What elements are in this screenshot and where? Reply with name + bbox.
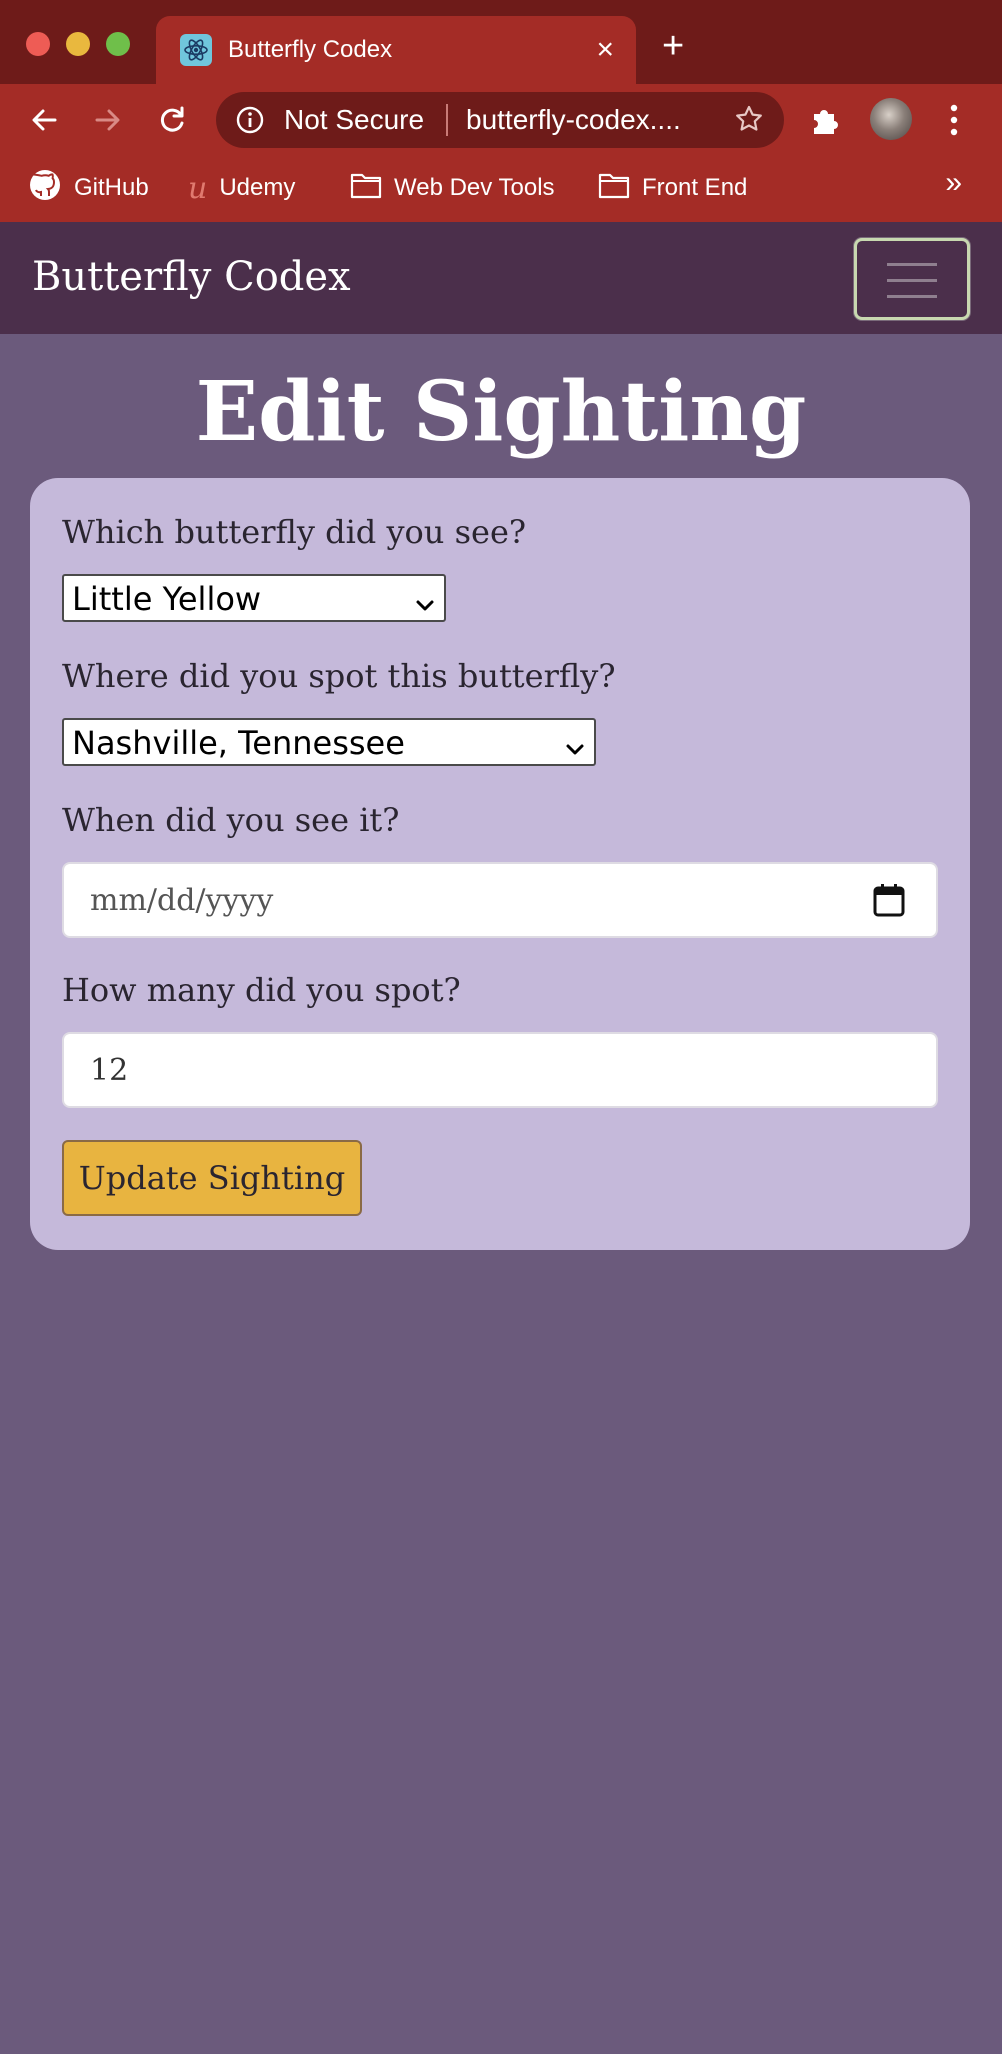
bookmark-front-end[interactable]: Front End: [598, 170, 747, 206]
close-window-button[interactable]: [26, 32, 50, 56]
security-label: Not Secure: [284, 104, 425, 135]
browser-chrome: Butterfly Codex × + Not Secure butterfly…: [0, 0, 1002, 222]
bookmarks-overflow-icon[interactable]: »: [945, 166, 962, 200]
site-navbar: Butterfly Codex: [0, 222, 1002, 334]
extensions-puzzle-icon[interactable]: [808, 102, 842, 140]
count-label: How many did you spot?: [62, 971, 461, 1009]
info-icon[interactable]: [236, 106, 264, 138]
bookmark-label: Web Dev Tools: [394, 174, 555, 201]
new-tab-button[interactable]: +: [662, 27, 684, 65]
butterfly-select[interactable]: Little Yellow: [62, 574, 446, 622]
tab-title: Butterfly Codex: [228, 36, 393, 63]
address-divider: [446, 104, 448, 136]
hamburger-icon: [887, 263, 937, 266]
location-select[interactable]: Nashville, Tennessee: [62, 718, 596, 766]
browser-tab-active[interactable]: Butterfly Codex ×: [156, 16, 636, 84]
bookmark-github[interactable]: GitHub: [28, 168, 149, 209]
maximize-window-button[interactable]: [106, 32, 130, 56]
butterfly-label: Which butterfly did you see?: [62, 513, 527, 551]
back-arrow-icon[interactable]: [26, 102, 62, 138]
reload-icon[interactable]: [154, 102, 190, 138]
tab-strip: Butterfly Codex × +: [0, 0, 1002, 84]
date-label: When did you see it?: [62, 801, 400, 839]
react-logo-icon: [180, 34, 212, 66]
bookmark-udemy[interactable]: u Udemy: [188, 170, 295, 206]
bookmarks-bar: GitHub u Udemy Web Dev Tools Front End »: [0, 156, 1002, 222]
tab-close-icon[interactable]: ×: [596, 34, 614, 66]
bookmark-label: GitHub: [74, 174, 149, 201]
date-placeholder: mm/dd/yyyy: [90, 883, 274, 918]
location-select-value: Nashville, Tennessee: [72, 724, 405, 762]
navbar-brand[interactable]: Butterfly Codex: [32, 252, 351, 302]
hamburger-icon: [887, 279, 937, 282]
calendar-icon[interactable]: [872, 882, 906, 922]
page-title: Edit Sighting: [195, 364, 807, 460]
browser-toolbar: Not Secure butterfly-codex....: [0, 84, 1002, 156]
count-value: 12: [90, 1053, 129, 1088]
minimize-window-button[interactable]: [66, 32, 90, 56]
forward-arrow-icon[interactable]: [90, 102, 126, 138]
profile-avatar[interactable]: [870, 98, 912, 140]
update-sighting-button[interactable]: Update Sighting: [62, 1140, 362, 1216]
count-input[interactable]: 12: [62, 1032, 938, 1108]
bookmark-star-icon[interactable]: [734, 104, 764, 138]
sighting-form-card: Which butterfly did you see? Little Yell…: [30, 478, 970, 1250]
browser-menu-icon[interactable]: [946, 102, 962, 142]
url-text[interactable]: butterfly-codex....: [466, 104, 681, 136]
butterfly-select-value: Little Yellow: [72, 580, 262, 618]
udemy-icon: u: [188, 170, 208, 206]
bookmark-web-dev-tools[interactable]: Web Dev Tools: [350, 170, 555, 206]
address-bar[interactable]: Not Secure butterfly-codex....: [216, 92, 784, 148]
date-input[interactable]: mm/dd/yyyy: [62, 862, 938, 938]
hamburger-icon: [887, 295, 937, 298]
chevron-down-icon: [414, 586, 436, 624]
folder-icon: [598, 171, 630, 206]
bookmark-label: Front End: [642, 174, 748, 201]
location-label: Where did you spot this butterfly?: [62, 657, 616, 695]
folder-icon: [350, 171, 382, 206]
chevron-down-icon: [564, 730, 586, 768]
bookmark-label: Udemy: [219, 174, 296, 201]
github-icon: [28, 168, 62, 209]
navbar-toggle-button[interactable]: [854, 238, 970, 320]
